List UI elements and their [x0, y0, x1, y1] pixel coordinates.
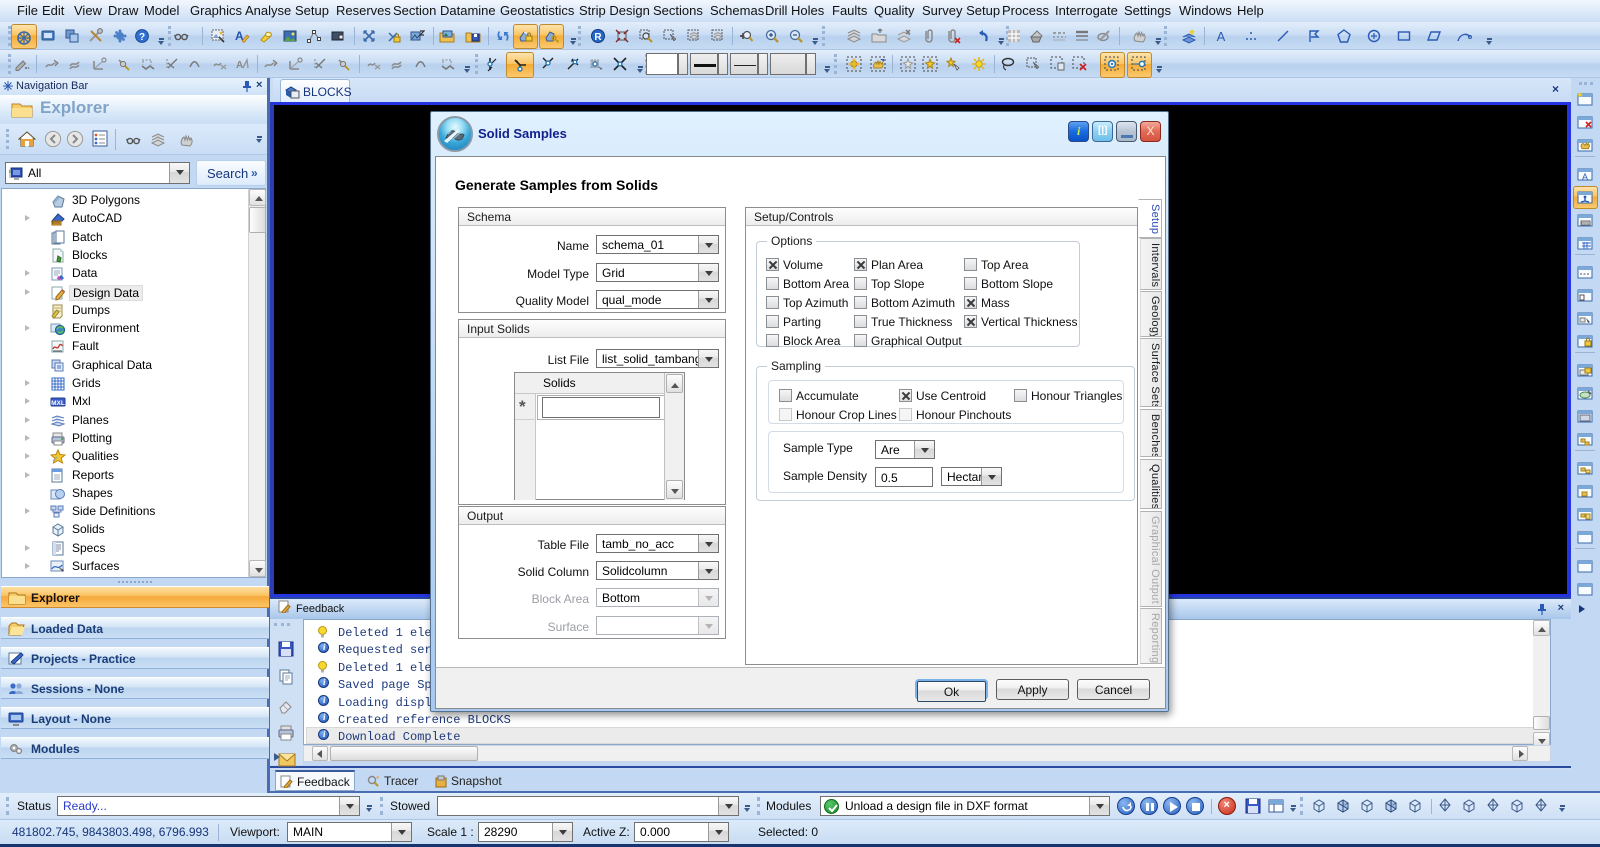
svg-text:MXL: MXL	[51, 400, 65, 407]
svg-text:?: ?	[139, 32, 145, 43]
svg-text:A: A	[1582, 172, 1588, 182]
svg-text:A: A	[1217, 29, 1226, 44]
svg-text:A: A	[236, 60, 243, 71]
svg-text:R: R	[594, 32, 602, 43]
